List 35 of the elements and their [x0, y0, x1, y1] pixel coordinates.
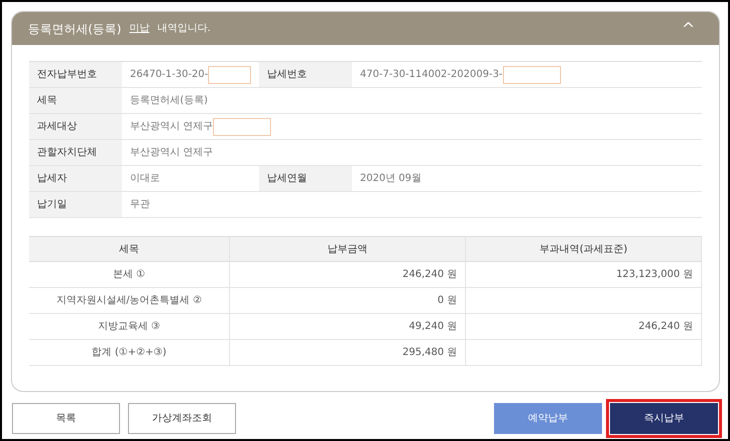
- field-value: 470-7-30-114002-202009-3-: [360, 68, 503, 82]
- table-cell-text: 246,240 원: [402, 268, 458, 282]
- table-cell-text: 합계 (①+②+③): [92, 346, 166, 360]
- table-cell-text: 0 원: [437, 294, 458, 308]
- field-value: 부산광역시 연제구: [130, 120, 214, 134]
- field-label: 납세자: [29, 166, 122, 191]
- table-cell-text: 49,240 원: [408, 320, 458, 334]
- field-label: 세목: [29, 88, 122, 113]
- table-cell-text: 295,480 원: [402, 346, 458, 360]
- column-header: 세목: [29, 237, 230, 261]
- column-header: 납부금액: [230, 237, 466, 261]
- panel-title: 등록면허세(등록): [28, 20, 122, 38]
- field-label: 납세번호: [259, 62, 352, 87]
- table-cell-text: 지방교육세 ③: [98, 320, 160, 334]
- field-label: 관할자치단체: [29, 140, 122, 165]
- field-value: 부산광역시 연제구: [130, 146, 214, 160]
- table-cell-text: 지역자원시설세/농어촌특별세 ②: [56, 294, 202, 308]
- field-value: 무관: [130, 198, 150, 212]
- column-header: 부과내역(과세표준): [466, 237, 702, 261]
- field-label: 납세연월: [259, 166, 352, 191]
- action-button[interactable]: 가상계좌조회: [128, 403, 236, 434]
- field-label: 납기일: [29, 192, 122, 217]
- field-value: 26470-1-30-20-: [130, 68, 208, 82]
- action-button[interactable]: 즉시납부: [610, 403, 718, 434]
- field-value: 등록면허세(등록): [130, 94, 208, 108]
- table-cell-text: 246,240 원: [638, 320, 693, 334]
- status-text: 미납: [129, 22, 150, 36]
- field-label: 과세대상: [29, 114, 122, 139]
- field-value: 이대로: [130, 172, 160, 186]
- field-value: 2020년 09월: [360, 172, 422, 186]
- action-button[interactable]: 목록: [12, 403, 120, 434]
- table-cell-text: 123,123,000 원: [616, 268, 693, 282]
- table-cell-text: 본세 ①: [112, 268, 146, 282]
- title-suffix: 내역입니다.: [157, 22, 211, 36]
- field-label: 전자납부번호: [29, 62, 122, 87]
